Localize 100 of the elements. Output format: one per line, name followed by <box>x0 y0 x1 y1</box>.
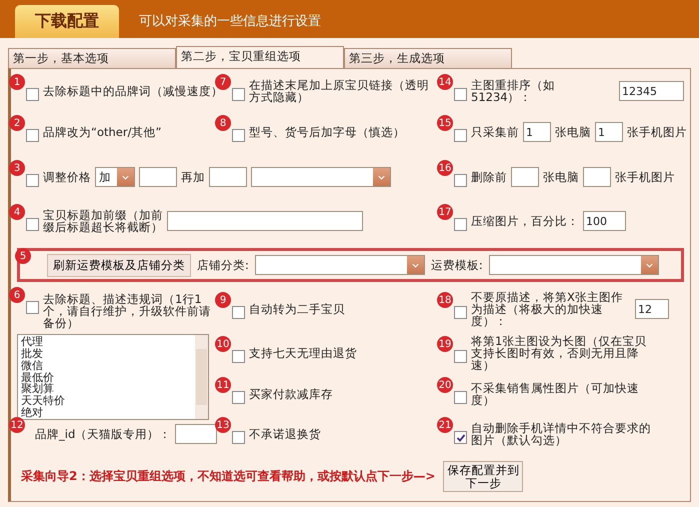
input-field[interactable] <box>175 424 218 444</box>
input-field[interactable]: 12345 <box>619 81 684 101</box>
option-label: 再加 <box>181 170 205 184</box>
keyword-line: 最低价 <box>21 372 55 384</box>
number-badge: 20 <box>437 377 453 393</box>
scrollbar[interactable] <box>195 335 208 420</box>
option-label: 自动删除手机详情中不符合要求的图片（默认勾选） <box>471 422 651 446</box>
field-label: 品牌_id（天猫版专用）： <box>35 428 172 440</box>
dropdown-icon <box>117 168 134 186</box>
number-badge: 5 <box>15 248 31 264</box>
option-label: 不要原描述，将第X张主图作为描述（将极大的加快速度）： <box>471 290 624 328</box>
dropdown-icon <box>373 168 390 186</box>
save-button[interactable]: 保存配置并到下一步 <box>443 461 524 492</box>
keyword-line: 批发 <box>21 348 44 360</box>
number-badge: 14 <box>437 74 453 90</box>
option-label: 不采集销售属性图片（可加快速度） <box>471 382 640 406</box>
number-badge: 3 <box>9 160 25 176</box>
option-label: 宝贝标题加前缀（加前缀后标题超长将截断） <box>43 208 163 234</box>
step-tab[interactable]: 第一步，基本选项 <box>8 48 176 68</box>
number-badge: 21 <box>437 417 453 433</box>
unit-label: 张手机图片 <box>615 170 675 184</box>
number-badge: 13 <box>215 417 231 433</box>
checkbox[interactable] <box>454 88 467 101</box>
dropdown-icon <box>406 256 424 274</box>
number-badge: 11 <box>215 377 231 393</box>
option-label: 型号、货号后加字母（慎选） <box>249 126 405 138</box>
checkbox[interactable] <box>26 88 39 101</box>
template-dropdown[interactable] <box>488 255 659 275</box>
option-label: 品牌改为“other/其他” <box>43 126 162 138</box>
refresh-button[interactable]: 刷新运费模板及店铺分类 <box>47 254 191 276</box>
checkbox[interactable] <box>454 350 467 363</box>
input-field[interactable] <box>511 167 539 187</box>
checkbox[interactable] <box>454 218 467 231</box>
checkbox[interactable] <box>26 301 39 314</box>
option-label: 自动转为二手宝贝 <box>249 302 345 316</box>
checkbox[interactable] <box>26 174 39 187</box>
checkbox[interactable] <box>454 129 467 142</box>
checkbox[interactable] <box>454 391 467 404</box>
step-tab[interactable]: 第三步，生成选项 <box>344 48 512 68</box>
input-field[interactable]: 1 <box>523 122 551 142</box>
number-badge: 1 <box>9 74 25 90</box>
checkbox[interactable] <box>232 88 245 101</box>
unit-label: 张电脑 <box>555 126 591 138</box>
keyword-line: 聚划算 <box>21 383 54 396</box>
input-field[interactable] <box>139 167 177 187</box>
number-badge: 6 <box>9 287 25 303</box>
option-label: 在描述末尾加上原宝贝链接（透明方式隐藏） <box>249 78 429 104</box>
input-field[interactable]: 1 <box>595 122 623 142</box>
checkbox[interactable] <box>454 431 467 444</box>
input-field[interactable] <box>583 167 611 187</box>
number-badge: 2 <box>9 115 25 131</box>
number-badge: 16 <box>437 160 453 176</box>
option-label: 压缩图片，百分比： <box>471 214 579 228</box>
keyword-line: 天天特价 <box>21 395 66 407</box>
checkbox[interactable] <box>454 174 467 187</box>
option-label: 删除前 <box>471 170 507 184</box>
input-field[interactable]: 12 <box>635 299 669 319</box>
checkbox[interactable] <box>232 391 245 404</box>
number-badge: 19 <box>437 336 453 352</box>
keyword-line: 代理 <box>21 336 44 348</box>
field-label: 运费模板: <box>430 258 483 272</box>
keyword-line: 绝对 <box>21 406 44 419</box>
input-field[interactable] <box>209 167 247 187</box>
option-label: 支持七天无理由退货 <box>249 346 357 360</box>
option-label: 只采集前 <box>471 126 519 138</box>
option-label: 调整价格 <box>43 170 91 184</box>
number-badge: 7 <box>215 74 231 90</box>
field-label: 店铺分类: <box>197 258 249 272</box>
input-field[interactable] <box>167 211 363 231</box>
category-dropdown[interactable] <box>254 255 425 275</box>
header-tab[interactable]: 下载配置 <box>15 5 119 38</box>
dropdown-icon <box>640 256 658 274</box>
number-badge: 4 <box>9 204 25 220</box>
checkbox[interactable] <box>26 129 39 142</box>
checkbox[interactable] <box>26 218 39 231</box>
option-label: 去除标题、描述违规词（1行1个，请自行维护，升级软件前请备份） <box>43 293 212 330</box>
header-subtitle: 可以对采集的一些信息进行设置 <box>139 13 321 31</box>
number-badge: 17 <box>437 204 453 220</box>
checkbox[interactable] <box>232 431 245 444</box>
number-badge: 18 <box>437 292 453 308</box>
checkbox[interactable] <box>454 306 467 319</box>
number-badge: 10 <box>215 336 231 352</box>
number-badge: 8 <box>215 115 231 131</box>
number-badge: 9 <box>215 292 231 308</box>
option-label: 主图重排序（如51234）： <box>471 78 556 104</box>
number-badge: 12 <box>9 417 25 433</box>
number-badge: 15 <box>437 115 453 131</box>
keywords-textarea[interactable]: 代理 批发 微信 最低价 聚划算 天天特价 绝对 <box>17 334 209 420</box>
step-tab[interactable]: 第二步，宝贝重组选项 <box>176 46 344 68</box>
dropdown[interactable] <box>251 167 391 187</box>
operator-dropdown[interactable]: 加 <box>95 167 135 187</box>
unit-label: 张手机图片 <box>627 126 687 138</box>
unit-label: 张电脑 <box>543 170 579 184</box>
input-field[interactable]: 100 <box>583 211 626 231</box>
option-label: 买家付款减库存 <box>249 388 333 400</box>
option-label: 不承诺退换货 <box>249 428 321 440</box>
option-label: 将第1张主图设为长图（仅在宝贝支持长图时有效，否则无用且降速） <box>471 334 648 372</box>
checkbox[interactable] <box>232 129 245 142</box>
checkbox[interactable] <box>232 306 245 319</box>
checkbox[interactable] <box>232 350 245 363</box>
